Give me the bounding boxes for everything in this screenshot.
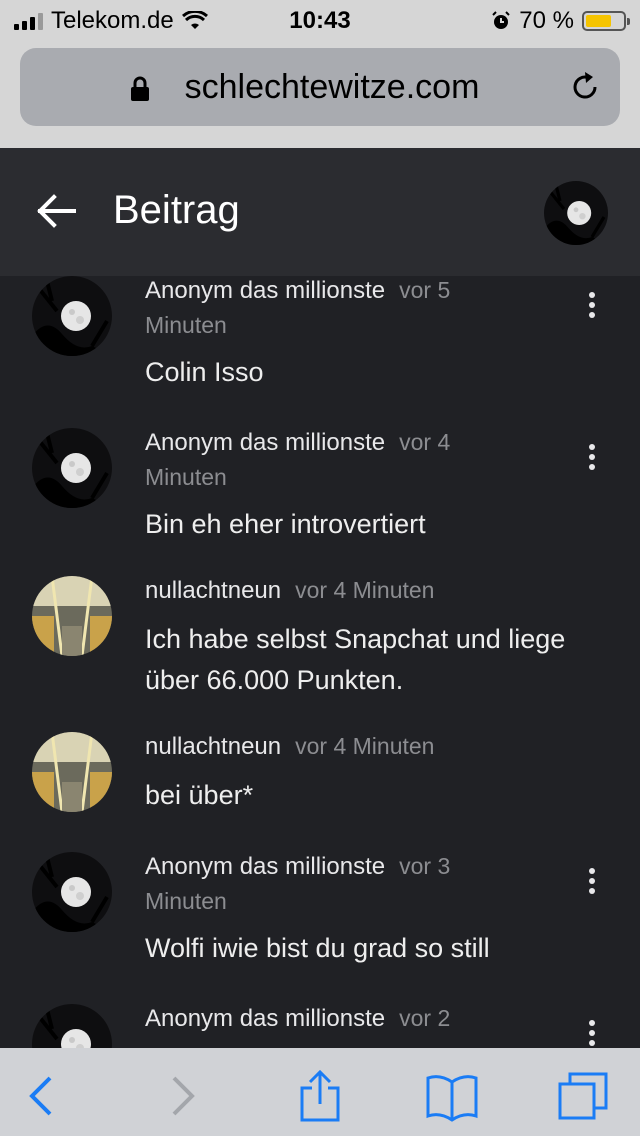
url-text: schlechtewitze.com: [184, 68, 480, 106]
status-right: 70 %: [491, 7, 630, 35]
avatar[interactable]: [32, 576, 112, 656]
status-bar: Telekom.de 10:43 70 %: [0, 0, 640, 40]
browser-bar: schlechtewitze.com: [0, 40, 640, 148]
avatar[interactable]: [32, 428, 112, 508]
reload-icon[interactable]: [568, 70, 602, 104]
more-options-icon[interactable]: [583, 444, 601, 474]
moon-avatar-icon: [32, 852, 112, 932]
more-options-icon[interactable]: [583, 868, 601, 898]
comment-text-line: Ich habe selbst Snapchat und liege: [145, 624, 566, 654]
battery-percent: 70 %: [519, 7, 574, 34]
comment-time-cont: Minuten: [145, 312, 227, 338]
avatar[interactable]: [32, 852, 112, 932]
comment-time: vor 2: [399, 1005, 451, 1031]
train-avatar-icon: [32, 732, 112, 812]
author-name[interactable]: nullachtneun: [145, 577, 281, 604]
battery-icon: [582, 11, 630, 31]
comment-text: Wolfi iwie bist du grad so still: [145, 933, 490, 963]
moon-avatar-icon: [32, 428, 112, 508]
comment-time: vor 3: [399, 853, 451, 879]
more-options-icon[interactable]: [583, 1020, 601, 1048]
author-name[interactable]: nullachtneun: [145, 733, 281, 760]
page-title: Beitrag: [113, 188, 240, 232]
author-name[interactable]: Anonym das millionste: [145, 1005, 385, 1032]
user-avatar[interactable]: [544, 181, 608, 245]
comment-header: Anonym das millionste vor 4: [145, 425, 450, 460]
comment-header: Anonym das millionste vor 2: [145, 1001, 450, 1036]
moon-avatar-icon: [32, 1004, 112, 1048]
comment-time: vor 4 Minuten: [295, 577, 435, 603]
comment-text: Bin eh eher introvertiert: [145, 509, 426, 539]
share-icon[interactable]: [292, 1068, 348, 1124]
more-options-icon[interactable]: [583, 292, 601, 322]
comment-text-line: über 66.000 Punkten.: [145, 665, 404, 695]
back-icon[interactable]: [14, 1068, 70, 1124]
comment-header: nullachtneun vor 4 Minuten: [145, 573, 434, 608]
alarm-icon: [492, 11, 511, 29]
comment-time: vor 5: [399, 277, 451, 303]
forward-icon[interactable]: [154, 1068, 210, 1124]
comment-time-cont: Minuten: [145, 888, 227, 914]
comment-header: nullachtneun vor 4 Minuten: [145, 729, 434, 764]
tabs-icon[interactable]: [556, 1068, 612, 1124]
avatar[interactable]: [32, 276, 112, 356]
comment-time-cont: Minuten: [145, 464, 227, 490]
moon-avatar-icon: [32, 276, 112, 356]
bookmarks-icon[interactable]: [424, 1068, 480, 1124]
avatar[interactable]: [32, 732, 112, 812]
app-header: Beitrag: [0, 148, 640, 276]
arrow-left-icon[interactable]: [36, 194, 76, 228]
comment-text: Ich habe selbst Snapchat und liege über …: [145, 619, 615, 701]
browser-toolbar: [0, 1048, 640, 1136]
comment-text: bei über*: [145, 780, 254, 810]
author-name[interactable]: Anonym das millionste: [145, 277, 385, 304]
comment-header: Anonym das millionste vor 3: [145, 849, 450, 884]
avatar[interactable]: [32, 1004, 112, 1048]
url-field[interactable]: schlechtewitze.com: [20, 48, 620, 126]
author-name[interactable]: Anonym das millionste: [145, 853, 385, 880]
train-avatar-icon: [32, 576, 112, 656]
author-name[interactable]: Anonym das millionste: [145, 429, 385, 456]
moon-avatar-icon: [544, 181, 608, 245]
comment-time: vor 4: [399, 429, 451, 455]
comment-text: Colin Isso: [145, 357, 264, 387]
comment-list[interactable]: Anonym das millionste vor 5 Minuten Colin…: [0, 276, 640, 1048]
comment-time: vor 4 Minuten: [295, 733, 435, 759]
comment-header: Anonym das millionste vor 5: [145, 276, 450, 308]
